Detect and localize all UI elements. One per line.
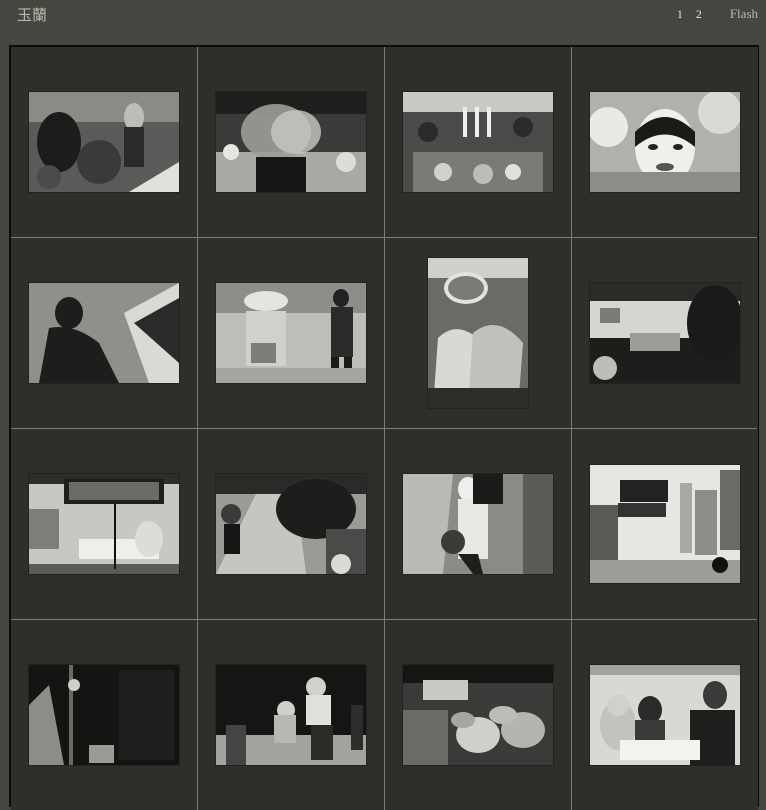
thumb-6[interactable] xyxy=(216,283,366,383)
thumb-4[interactable] xyxy=(590,92,740,192)
flash-link[interactable]: Flash xyxy=(730,6,758,22)
gallery-cell[interactable] xyxy=(198,429,384,619)
gallery-cell[interactable] xyxy=(385,238,571,428)
thumb-12[interactable] xyxy=(590,465,740,583)
thumb-1[interactable] xyxy=(29,92,179,192)
thumb-5[interactable] xyxy=(29,283,179,383)
gallery-cell[interactable] xyxy=(11,47,197,237)
site-title[interactable]: 玉蘭 xyxy=(17,4,47,25)
thumbnail-grid xyxy=(11,47,758,810)
thumb-11[interactable] xyxy=(403,474,553,574)
gallery-cell[interactable] xyxy=(572,620,758,810)
gallery-cell[interactable] xyxy=(572,47,758,237)
pagination: 1 2 Flash xyxy=(664,6,758,22)
gallery-cell[interactable] xyxy=(11,238,197,428)
gallery-cell[interactable] xyxy=(198,238,384,428)
thumb-15[interactable] xyxy=(403,665,553,765)
gallery-cell[interactable] xyxy=(198,620,384,810)
gallery-cell[interactable] xyxy=(572,238,758,428)
thumb-10[interactable] xyxy=(216,474,366,574)
page-link-1[interactable]: 1 xyxy=(677,7,683,22)
thumb-13[interactable] xyxy=(29,665,179,765)
header-bar: 玉蘭 1 2 Flash xyxy=(0,0,766,30)
thumb-9[interactable] xyxy=(29,474,179,574)
thumb-7[interactable] xyxy=(428,258,528,408)
thumb-3[interactable] xyxy=(403,92,553,192)
page-link-2[interactable]: 2 xyxy=(696,7,702,22)
thumb-14[interactable] xyxy=(216,665,366,765)
thumb-16[interactable] xyxy=(590,665,740,765)
gallery-cell[interactable] xyxy=(385,47,571,237)
gallery-cell[interactable] xyxy=(11,620,197,810)
thumb-2[interactable] xyxy=(216,92,366,192)
thumb-8[interactable] xyxy=(590,283,740,383)
gallery-cell[interactable] xyxy=(385,620,571,810)
gallery-cell[interactable] xyxy=(198,47,384,237)
gallery-cell[interactable] xyxy=(572,429,758,619)
gallery-cell[interactable] xyxy=(385,429,571,619)
gallery-cell[interactable] xyxy=(11,429,197,619)
